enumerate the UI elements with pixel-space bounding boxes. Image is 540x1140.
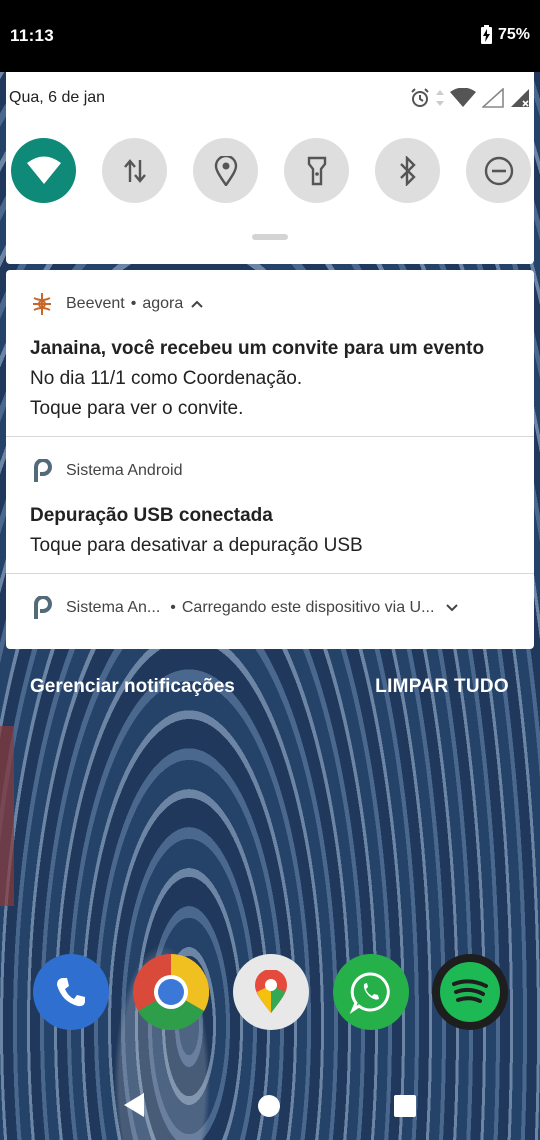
app-phone[interactable] <box>33 954 109 1030</box>
tile-bluetooth[interactable] <box>375 138 440 203</box>
home-button[interactable] <box>258 1095 280 1117</box>
maps-icon <box>255 970 287 1013</box>
notification-app-name: Sistema An... <box>66 599 161 616</box>
flashlight-icon <box>307 156 326 185</box>
notification-list: Beevent • agora Janaina, você recebeu um… <box>6 270 534 649</box>
android-system-icon <box>30 596 54 620</box>
cell-signal-empty-icon <box>480 87 504 113</box>
quick-settings-panel: Qua, 6 de jan <box>6 72 534 264</box>
notification-app-name: Beevent <box>66 295 125 312</box>
notification-beevent[interactable]: Beevent • agora Janaina, você recebeu um… <box>6 270 534 436</box>
notification-text: Toque para ver o convite. <box>30 398 244 419</box>
do-not-disturb-icon <box>484 156 513 185</box>
battery-percent: 75% <box>497 26 530 43</box>
notification-header: Sistema Android <box>30 459 183 483</box>
wifi-icon <box>26 156 61 184</box>
wifi-signal-icon <box>450 87 476 113</box>
wallpaper-accent <box>0 726 14 906</box>
notification-footer: Gerenciar notificações LIMPAR TUDO <box>0 668 540 708</box>
notification-text: No dia 11/1 como Coordenação. <box>30 368 303 389</box>
notification-charging[interactable]: Sistema An... • Carregando este disposit… <box>6 574 534 649</box>
separator-dot: • <box>130 295 137 312</box>
location-pin-icon <box>214 155 237 186</box>
battery-indicator: 75% <box>480 24 530 44</box>
tile-mobile-data[interactable] <box>102 138 167 203</box>
app-maps[interactable] <box>233 954 309 1030</box>
manage-notifications-button[interactable]: Gerenciar notificações <box>30 676 235 698</box>
notification-header: Sistema An... • Carregando este disposit… <box>30 596 510 620</box>
clear-all-button[interactable]: LIMPAR TUDO <box>375 676 509 698</box>
alarm-icon <box>410 88 430 113</box>
app-spotify[interactable] <box>432 954 508 1030</box>
tile-do-not-disturb[interactable] <box>466 138 531 203</box>
tile-flashlight[interactable] <box>284 138 349 203</box>
separator-dot: • <box>170 599 176 616</box>
recents-button[interactable] <box>394 1095 416 1117</box>
qs-drag-handle[interactable] <box>252 234 288 240</box>
notification-usb-debugging[interactable]: Sistema Android Depuração USB conectada … <box>6 437 534 573</box>
notification-title: Janaina, você recebeu um convite para um… <box>30 338 485 359</box>
bluetooth-icon <box>399 155 416 186</box>
cell-signal-icon <box>510 88 530 113</box>
app-chrome[interactable] <box>133 954 209 1030</box>
status-time: 11:13 <box>10 26 55 45</box>
beevent-icon <box>30 292 54 316</box>
android-system-icon <box>30 459 54 483</box>
notification-text: Carregando este dispositivo via U... <box>181 599 435 616</box>
app-whatsapp[interactable] <box>333 954 409 1030</box>
notification-title: Depuração USB conectada <box>30 505 273 526</box>
chevron-down-icon[interactable] <box>446 599 459 617</box>
phone-icon <box>57 978 85 1007</box>
tile-location[interactable] <box>193 138 258 203</box>
data-updown-icon <box>436 90 444 111</box>
spotify-icon <box>440 962 500 1022</box>
notification-header: Beevent • agora <box>30 292 203 316</box>
qs-status-icons <box>410 87 530 113</box>
quick-settings-tiles <box>11 138 531 204</box>
notification-text: Toque para desativar a depuração USB <box>30 535 363 556</box>
back-icon[interactable] <box>123 1092 145 1118</box>
tile-wifi[interactable] <box>11 138 76 203</box>
navigation-bar <box>0 1070 540 1140</box>
status-bar: 11:13 75% <box>0 0 540 72</box>
notification-app-name: Sistema Android <box>66 462 183 479</box>
app-dock <box>0 954 540 1034</box>
chevron-up-icon[interactable] <box>191 295 203 313</box>
data-arrows-icon <box>123 158 146 183</box>
notification-time: agora <box>142 295 184 312</box>
battery-charging-icon <box>480 24 492 44</box>
whatsapp-icon <box>349 972 390 1014</box>
chrome-icon <box>138 954 209 1030</box>
qs-date[interactable]: Qua, 6 de jan <box>9 89 105 107</box>
